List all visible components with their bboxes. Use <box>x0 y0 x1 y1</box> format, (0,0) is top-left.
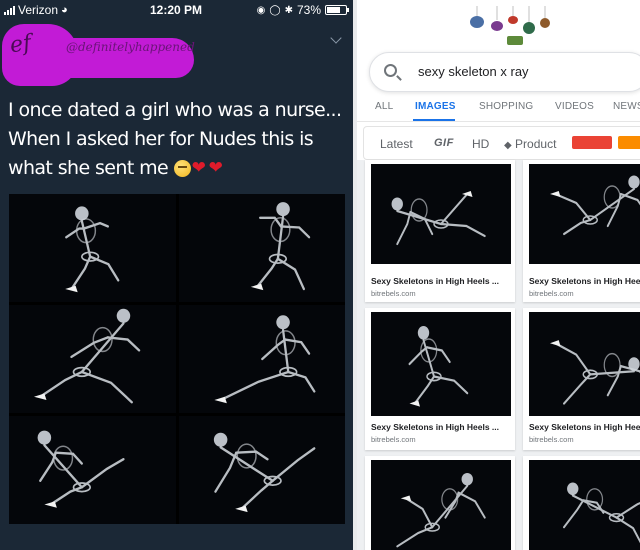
result-card[interactable]: Sexy Skeletons in High Heels bitrebels.c… <box>523 308 640 450</box>
status-right: ◉ ◯ ✱ 73% <box>256 3 349 17</box>
result-card[interactable]: Sexy Skeletons in High Heels ... bitrebe… <box>365 308 515 450</box>
tweet-handle[interactable]: @definitelyhappened <box>66 40 195 54</box>
result-thumbnail[interactable] <box>371 460 511 550</box>
tweet-image-grid[interactable] <box>9 194 345 524</box>
filter-gif[interactable]: GIF <box>434 137 454 149</box>
avatar-scribble: ef <box>8 30 33 59</box>
filter-hd[interactable]: HD <box>472 137 489 151</box>
signal-icon <box>4 5 15 15</box>
xray-image[interactable] <box>178 416 345 524</box>
result-title[interactable]: Sexy Skeletons in High Heels ... <box>371 422 499 432</box>
result-card[interactable]: Sexy Skeletons in High Heels bitrebels.c… <box>523 160 640 302</box>
tab-shopping[interactable]: SHOPPING <box>479 101 533 112</box>
carrier: Verizon ◕ <box>4 3 68 17</box>
result-card[interactable] <box>523 456 640 550</box>
image-results: Sexy Skeletons in High Heels ... bitrebe… <box>357 160 640 550</box>
google-doodle-logo[interactable] <box>467 6 557 46</box>
filter-latest[interactable]: Latest <box>380 137 413 151</box>
tag-icon: ◆ <box>504 140 512 151</box>
search-tabs: ALL IMAGES SHOPPING VIDEOS NEWS <box>357 96 640 122</box>
wifi-icon: ◕ <box>61 4 68 16</box>
result-thumbnail[interactable] <box>371 312 511 416</box>
tab-news[interactable]: NEWS <box>613 101 640 112</box>
alarm-icon: ◉ <box>256 4 266 16</box>
result-title[interactable]: Sexy Skeletons in High Heels ... <box>371 276 499 286</box>
filter-product[interactable]: ◆ Product <box>504 137 556 151</box>
result-card[interactable]: Sexy Skeletons in High Heels ... bitrebe… <box>365 160 515 302</box>
tab-videos[interactable]: VIDEOS <box>555 101 594 112</box>
color-filter-red[interactable] <box>572 136 612 149</box>
xray-image[interactable] <box>9 305 176 413</box>
filter-chips: Latest GIF HD ◆ Product <box>363 126 640 160</box>
result-source: bitrebels.com <box>371 435 416 444</box>
xray-image[interactable] <box>9 416 176 524</box>
tweet-emojis: ❤ ❤ <box>173 158 225 178</box>
crying-face-icon <box>173 160 191 177</box>
broken-heart-icon: ❤ <box>191 158 206 178</box>
tab-all[interactable]: ALL <box>375 101 393 112</box>
result-card[interactable] <box>365 456 515 550</box>
tab-images[interactable]: IMAGES <box>415 101 456 112</box>
result-source: bitrebels.com <box>529 435 574 444</box>
status-time: 12:20 PM <box>150 3 203 17</box>
battery-percent: 73% <box>296 3 321 17</box>
tweet-text: I once dated a girl who was a nurse... W… <box>8 96 346 183</box>
chevron-down-icon[interactable] <box>330 32 342 44</box>
result-thumbnail[interactable] <box>371 164 511 264</box>
lock-rotation-icon: ◯ <box>269 4 281 16</box>
result-thumbnail[interactable] <box>529 460 640 550</box>
broken-heart-icon: ❤ <box>208 158 223 178</box>
battery-icon <box>325 5 349 15</box>
xray-image[interactable] <box>178 305 345 413</box>
xray-image[interactable] <box>9 194 176 302</box>
result-source: bitrebels.com <box>371 289 416 298</box>
google-images-screenshot: sexy skeleton x ray ALL IMAGES SHOPPING … <box>353 0 640 550</box>
xray-image[interactable] <box>178 194 345 302</box>
active-tab-indicator <box>413 119 455 121</box>
carrier-name: Verizon <box>18 3 59 17</box>
result-thumbnail[interactable] <box>529 164 640 264</box>
status-bar: Verizon ◕ 12:20 PM ◉ ◯ ✱ 73% <box>0 0 353 20</box>
tweet-screenshot: Verizon ◕ 12:20 PM ◉ ◯ ✱ 73% ef @definit… <box>0 0 353 550</box>
bluetooth-icon: ✱ <box>284 4 293 16</box>
result-source: bitrebels.com <box>529 289 574 298</box>
result-thumbnail[interactable] <box>529 312 640 416</box>
filter-product-label: Product <box>515 137 557 151</box>
search-icon[interactable] <box>384 64 397 77</box>
color-filter-orange[interactable] <box>618 136 640 149</box>
search-bar[interactable]: sexy skeleton x ray <box>369 52 640 92</box>
search-input[interactable]: sexy skeleton x ray <box>418 64 529 79</box>
result-title[interactable]: Sexy Skeletons in High Heels <box>529 422 640 432</box>
result-title[interactable]: Sexy Skeletons in High Heels <box>529 276 640 286</box>
